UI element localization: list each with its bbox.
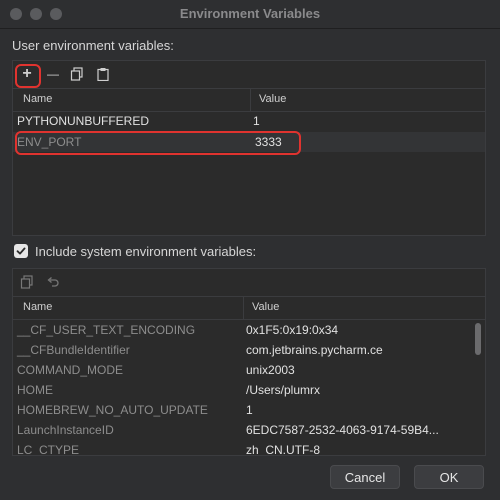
copy-icon bbox=[70, 67, 83, 81]
checkmark-icon bbox=[16, 247, 26, 255]
variable-value: /Users/plumrx bbox=[246, 383, 321, 397]
user-variables-panel: + — Name Value PYTHONUNBUFFERED 1 ENV_PO… bbox=[12, 60, 486, 236]
include-system-label[interactable]: Include system environment variables: bbox=[35, 244, 256, 259]
variable-value: 0x1F5:0x19:0x34 bbox=[246, 323, 339, 337]
variable-value: 1 bbox=[253, 114, 260, 128]
undo-icon bbox=[47, 277, 59, 287]
table-row[interactable]: LaunchInstanceID 6EDC7587-2532-4063-9174… bbox=[13, 420, 485, 440]
environment-variables-dialog: Environment Variables User environment v… bbox=[0, 0, 500, 500]
user-table-header: Name Value bbox=[13, 88, 485, 112]
table-row[interactable]: __CFBundleIdentifier com.jetbrains.pycha… bbox=[13, 340, 485, 360]
column-divider[interactable] bbox=[250, 89, 251, 111]
variable-name: COMMAND_MODE bbox=[17, 363, 124, 377]
ok-button[interactable]: OK bbox=[414, 465, 484, 489]
revert-button[interactable] bbox=[43, 272, 63, 292]
variable-value: 1 bbox=[246, 403, 253, 417]
window-title: Environment Variables bbox=[179, 6, 321, 21]
system-variables-toolbar bbox=[13, 269, 485, 295]
value-column-header[interactable]: Value bbox=[259, 93, 286, 105]
remove-variable-button[interactable]: — bbox=[43, 64, 63, 84]
column-divider[interactable] bbox=[243, 297, 244, 319]
paste-variable-button[interactable] bbox=[93, 64, 113, 84]
table-row[interactable]: __CF_USER_TEXT_ENCODING 0x1F5:0x19:0x34 bbox=[13, 320, 485, 340]
copy-system-variable-button[interactable] bbox=[17, 272, 37, 292]
name-column-header[interactable]: Name bbox=[23, 301, 52, 313]
system-variables-panel: Name Value __CF_USER_TEXT_ENCODING 0x1F5… bbox=[12, 268, 486, 456]
table-row[interactable]: PYTHONUNBUFFERED 1 bbox=[13, 111, 485, 131]
env-port-row-highlight bbox=[15, 131, 301, 155]
table-row[interactable]: COMMAND_MODE unix2003 bbox=[13, 360, 485, 380]
vertical-scrollbar[interactable] bbox=[475, 323, 481, 355]
variable-value: unix2003 bbox=[246, 363, 295, 377]
variable-name: HOMEBREW_NO_AUTO_UPDATE bbox=[17, 403, 208, 417]
variable-name: __CFBundleIdentifier bbox=[17, 343, 130, 357]
variable-name: LC_CTYPE bbox=[17, 443, 80, 456]
value-column-header[interactable]: Value bbox=[252, 301, 279, 313]
title-bar: Environment Variables bbox=[0, 0, 500, 29]
copy-variable-button[interactable] bbox=[67, 64, 87, 84]
clipboard-icon bbox=[97, 68, 109, 81]
name-column-header[interactable]: Name bbox=[23, 93, 52, 105]
variable-name: PYTHONUNBUFFERED bbox=[17, 114, 150, 128]
variable-value: com.jetbrains.pycharm.ce bbox=[246, 343, 383, 357]
user-variables-label: User environment variables: bbox=[12, 38, 174, 53]
copy-icon bbox=[20, 275, 33, 289]
table-row[interactable]: HOMEBREW_NO_AUTO_UPDATE 1 bbox=[13, 400, 485, 420]
variable-name: LaunchInstanceID bbox=[17, 423, 114, 437]
minus-icon: — bbox=[47, 67, 59, 81]
include-system-checkbox[interactable] bbox=[14, 244, 28, 258]
cancel-button[interactable]: Cancel bbox=[330, 465, 400, 489]
variable-name: __CF_USER_TEXT_ENCODING bbox=[17, 323, 196, 337]
table-row[interactable]: LC_CTYPE zh_CN.UTF-8 bbox=[13, 440, 485, 456]
variable-name: HOME bbox=[17, 383, 53, 397]
user-variables-toolbar: + — bbox=[13, 61, 485, 87]
add-button-highlight bbox=[15, 64, 41, 88]
system-table-header: Name Value bbox=[13, 296, 485, 320]
table-row[interactable]: HOME /Users/plumrx bbox=[13, 380, 485, 400]
variable-value: zh_CN.UTF-8 bbox=[246, 443, 321, 456]
variable-value: 6EDC7587-2532-4063-9174-59B4... bbox=[246, 423, 439, 437]
